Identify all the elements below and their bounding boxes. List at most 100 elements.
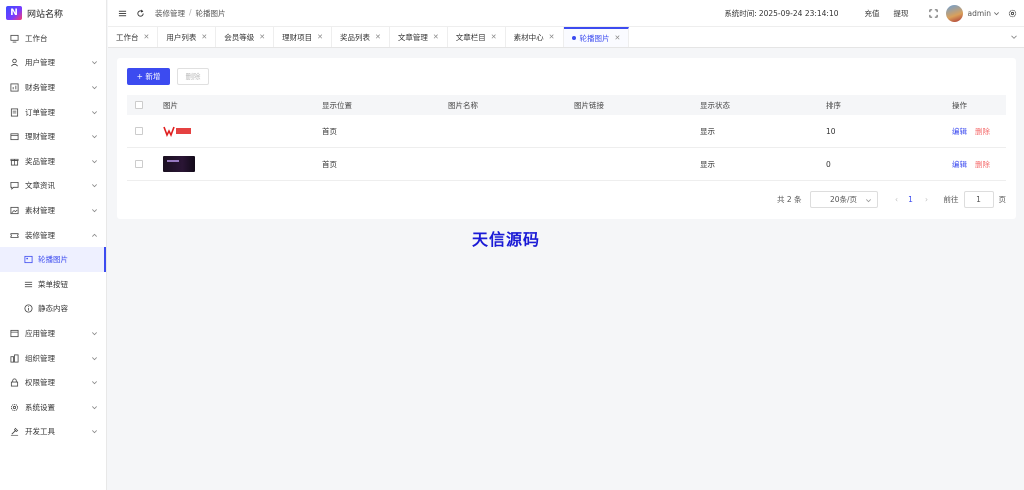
- sidebar-item-label: 应用管理: [25, 328, 55, 338]
- page-number-current[interactable]: 1: [904, 195, 918, 204]
- tab-wealth-projects[interactable]: 理财项目 ✕: [274, 27, 332, 47]
- sidebar-item-decoration[interactable]: 装修管理: [0, 223, 106, 248]
- tab-material-center[interactable]: 素材中心 ✕: [506, 27, 564, 47]
- lock-icon: [9, 378, 19, 388]
- goto-page-input[interactable]: 1: [963, 191, 994, 208]
- row-checkbox[interactable]: [135, 127, 143, 135]
- tab-user-list[interactable]: 用户列表 ✕: [158, 27, 217, 47]
- chevron-down-icon: [92, 184, 97, 188]
- close-icon[interactable]: ✕: [375, 33, 381, 41]
- tab-label: 文章栏目: [455, 32, 486, 42]
- logo[interactable]: N 网站名称: [0, 0, 106, 26]
- close-icon[interactable]: ✕: [201, 33, 207, 41]
- order-icon: [9, 107, 19, 117]
- sort-cell: 0: [826, 159, 831, 169]
- column-header: 排序: [826, 100, 841, 110]
- close-icon[interactable]: ✕: [317, 33, 323, 41]
- edit-button[interactable]: 编辑: [952, 126, 967, 137]
- tab-prize-list[interactable]: 奖品列表 ✕: [332, 27, 390, 47]
- close-icon[interactable]: ✕: [491, 33, 497, 41]
- chevron-down-icon: [92, 86, 97, 90]
- sidebar-item-users[interactable]: 用户管理: [0, 51, 106, 76]
- tool-icon: [9, 427, 19, 437]
- fullscreen-icon[interactable]: [928, 9, 938, 18]
- active-dot-icon: [571, 36, 576, 40]
- sidebar-item-organization[interactable]: 组织管理: [0, 346, 106, 371]
- delete-button[interactable]: 删除: [177, 68, 209, 85]
- breadcrumb-item[interactable]: 装修管理: [155, 8, 185, 19]
- sidebar-item-wealth[interactable]: 理财管理: [0, 124, 106, 149]
- column-header: 图片: [163, 100, 178, 110]
- row-checkbox[interactable]: [135, 160, 143, 168]
- close-icon[interactable]: ✕: [433, 33, 439, 41]
- sidebar-item-dashboard[interactable]: 工作台: [0, 26, 106, 51]
- tab-carousel-images[interactable]: 轮播图片 ✕: [563, 27, 630, 47]
- sidebar-item-dev-tools[interactable]: 开发工具: [0, 420, 106, 445]
- sidebar-item-permissions[interactable]: 权限管理: [0, 370, 106, 395]
- tab-dashboard[interactable]: 工作台 ✕: [108, 27, 159, 47]
- image-icon: [9, 205, 19, 215]
- sidebar-item-label: 文章资讯: [25, 181, 55, 191]
- tabs-more-chevron-icon[interactable]: [1010, 33, 1018, 41]
- sidebar-item-label: 系统设置: [25, 402, 55, 412]
- system-time-label: 系统时间:: [724, 9, 757, 18]
- sidebar-item-label: 工作台: [25, 33, 48, 43]
- ticket-icon: [9, 230, 19, 240]
- header-right: 系统时间: 2025-09-24 23:14:10 充值 提现 admin: [724, 0, 1024, 27]
- banner-thumbnail[interactable]: [163, 156, 195, 172]
- page-size-value: 20条/页: [829, 195, 858, 204]
- sidebar-item-materials[interactable]: 素材管理: [0, 198, 106, 223]
- delete-row-button[interactable]: 删除: [975, 159, 990, 170]
- sidebar-subitem-carousel[interactable]: 轮播图片: [0, 247, 106, 272]
- delete-row-button[interactable]: 删除: [975, 126, 990, 137]
- sidebar-item-apps[interactable]: 应用管理: [0, 321, 106, 346]
- tab-article-management[interactable]: 文章管理 ✕: [390, 27, 448, 47]
- recharge-link[interactable]: 充值: [865, 8, 880, 19]
- close-icon[interactable]: ✕: [615, 34, 621, 42]
- banner-thumbnail[interactable]: [163, 125, 193, 137]
- username[interactable]: admin: [968, 9, 992, 18]
- refresh-icon[interactable]: [135, 8, 145, 18]
- avatar[interactable]: [945, 5, 963, 22]
- chevron-down-icon[interactable]: [993, 10, 1000, 17]
- menu-toggle-icon[interactable]: [117, 8, 127, 18]
- sidebar-item-settings[interactable]: 系统设置: [0, 395, 106, 420]
- sidebar-item-label: 用户管理: [25, 58, 55, 68]
- user-icon: [9, 58, 19, 68]
- tab-article-columns[interactable]: 文章栏目 ✕: [448, 27, 506, 47]
- sidebar-item-articles[interactable]: 文章资讯: [0, 174, 106, 199]
- goto-label: 前往: [943, 195, 959, 204]
- add-button[interactable]: + 新增: [127, 68, 170, 85]
- prev-page-icon[interactable]: ‹: [890, 195, 904, 204]
- brand-logo-icon: N: [6, 6, 22, 20]
- sidebar-item-orders[interactable]: 订单管理: [0, 100, 106, 125]
- chart-icon: [9, 82, 19, 92]
- select-all-checkbox[interactable]: [135, 101, 143, 109]
- tab-label: 会员等级: [224, 32, 255, 42]
- withdraw-link[interactable]: 提现: [894, 8, 909, 19]
- sidebar-item-finance[interactable]: 财务管理: [0, 75, 106, 100]
- next-page-icon[interactable]: ›: [920, 195, 934, 204]
- image-cell: [163, 148, 195, 180]
- page-size-select[interactable]: 20条/页: [809, 191, 878, 208]
- sidebar-subitem-menu-buttons[interactable]: 菜单按钮: [0, 272, 106, 297]
- column-header: 图片链接: [574, 100, 604, 110]
- chevron-down-icon: [92, 110, 97, 114]
- sidebar-item-label: 组织管理: [25, 353, 55, 363]
- row-select-cell: [135, 115, 143, 147]
- settings-gear-icon[interactable]: [1008, 9, 1017, 18]
- close-icon[interactable]: ✕: [144, 33, 150, 41]
- tab-member-levels[interactable]: 会员等级 ✕: [216, 27, 275, 47]
- gear-icon: [9, 402, 19, 412]
- edit-button[interactable]: 编辑: [952, 159, 967, 170]
- content-card: + 新增 删除 图片 显示位置 图片名称 图片链接 显示状态 排序 操作 首页 …: [117, 58, 1016, 219]
- top-header: 装修管理 / 轮播图片 系统时间: 2025-09-24 23:14:10 充值…: [108, 0, 1024, 27]
- sidebar-item-prizes[interactable]: 奖品管理: [0, 149, 106, 174]
- close-icon[interactable]: ✕: [259, 33, 265, 41]
- sidebar: N 网站名称 工作台 用户管理 财务管理 订单管理 理财管理 奖品管理 文章资讯…: [0, 0, 107, 490]
- chevron-up-icon: [92, 233, 97, 237]
- tab-label: 素材中心: [513, 32, 544, 42]
- breadcrumb: 装修管理 / 轮播图片: [155, 8, 226, 19]
- sidebar-subitem-static-content[interactable]: 静态内容: [0, 297, 106, 322]
- close-icon[interactable]: ✕: [549, 33, 555, 41]
